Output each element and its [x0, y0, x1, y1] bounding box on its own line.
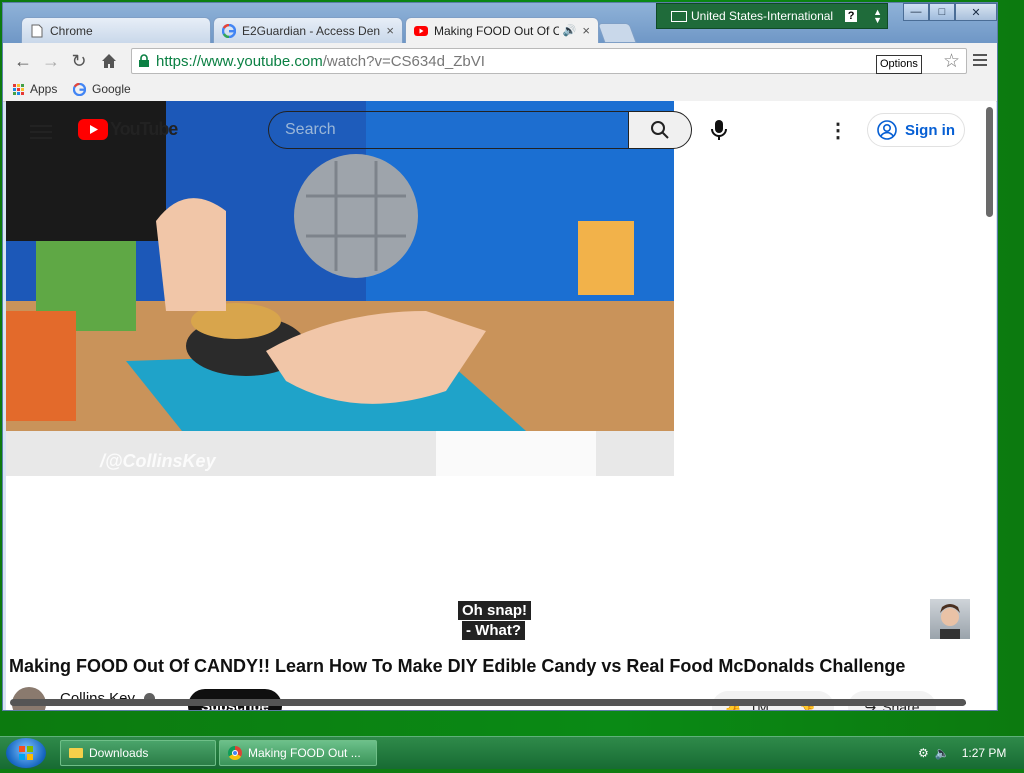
apps-grid-icon — [13, 83, 24, 95]
keyboard-icon — [671, 10, 687, 22]
forward-arrow-icon[interactable]: → — [41, 51, 61, 71]
bookmark-label: Apps — [30, 82, 58, 96]
youtube-logo[interactable]: YouTube — [78, 119, 178, 140]
url-path: /watch?v=CS634d_ZbVI — [322, 52, 485, 70]
bookmark-apps[interactable]: Apps — [13, 82, 57, 96]
help-icon[interactable]: ? — [845, 10, 858, 22]
speaker-icon[interactable]: 🔊 — [563, 24, 577, 37]
new-tab-button[interactable] — [597, 23, 637, 43]
clock[interactable]: 1:27 PM — [962, 746, 1007, 760]
start-button[interactable] — [6, 738, 46, 768]
close-icon[interactable]: × — [582, 23, 590, 38]
more-options-icon[interactable]: ⋮ — [828, 117, 848, 143]
google-icon — [73, 82, 86, 96]
close-icon[interactable]: × — [386, 23, 394, 38]
search-input[interactable]: Search — [268, 111, 628, 149]
title-bar: Chrome E2Guardian - Access Denie × Makin… — [3, 3, 997, 43]
search-icon — [650, 120, 670, 140]
vertical-scrollbar[interactable] — [986, 107, 993, 217]
toolbar: ← → ↻ https://www.youtube.com /watch?v=C… — [3, 43, 997, 79]
youtube-logo-text: YouTube — [110, 119, 178, 139]
page-icon — [30, 24, 44, 38]
taskbar-label: Downloads — [89, 746, 149, 760]
account-icon — [877, 120, 897, 140]
options-popup-label[interactable]: Options — [876, 55, 922, 74]
tab-label: Making FOOD Out Of C — [434, 23, 559, 38]
network-icon[interactable]: ⚙ — [918, 746, 929, 760]
sign-in-label: Sign in — [905, 121, 955, 139]
windows-logo-icon — [19, 746, 33, 760]
youtube-header: YouTube Search ⋮ Sign in — [6, 101, 996, 159]
youtube-icon — [414, 24, 428, 38]
video-watermark: /@CollinsKey — [100, 451, 216, 471]
taskbar-label: Making FOOD Out ... — [248, 746, 361, 760]
tab-label: E2Guardian - Access Denie — [242, 23, 381, 38]
bookmarks-bar: Apps Google — [3, 79, 997, 102]
bookmark-google[interactable]: Google — [73, 82, 131, 96]
back-arrow-icon[interactable]: ← — [13, 51, 33, 71]
home-icon[interactable] — [99, 51, 119, 71]
url-host: https://www.youtube.com — [156, 52, 323, 70]
tab-e2guardian[interactable]: E2Guardian - Access Denie × — [213, 17, 403, 43]
system-tray: ⚙ 🔈 1:27 PM — [918, 737, 1006, 769]
reload-icon[interactable]: ↻ — [69, 51, 89, 71]
menu-icon[interactable] — [973, 51, 987, 69]
language-bar[interactable]: United States-International ? ▲ ▼ — [656, 3, 888, 29]
minimize-button[interactable]: — — [903, 3, 929, 21]
youtube-icon — [78, 119, 108, 140]
address-bar[interactable]: https://www.youtube.com /watch?v=CS634d_… — [131, 48, 967, 74]
volume-icon[interactable]: 🔈 — [935, 746, 950, 760]
language-label: United States-International — [691, 9, 834, 23]
tab-youtube[interactable]: Making FOOD Out Of C 🔊 × — [405, 17, 599, 43]
chevron-icon[interactable]: ▲ ▼ — [873, 8, 882, 25]
video-title: Making FOOD Out Of CANDY!! Learn How To … — [9, 656, 906, 676]
chrome-icon — [228, 746, 242, 760]
mic-icon[interactable] — [706, 117, 732, 143]
taskbar-downloads[interactable]: Downloads — [60, 740, 216, 766]
google-icon — [222, 23, 236, 38]
channel-thumbnail[interactable] — [930, 599, 970, 639]
chrome-window: Chrome E2Guardian - Access Denie × Makin… — [2, 2, 998, 711]
taskbar: Downloads Making FOOD Out ... ⚙ 🔈 1:27 P… — [0, 736, 1024, 769]
caption-line: - What? — [462, 621, 525, 640]
maximize-button[interactable]: □ — [929, 3, 955, 21]
bookmark-label: Google — [92, 82, 131, 96]
sign-in-button[interactable]: Sign in — [867, 113, 965, 147]
taskbar-chrome[interactable]: Making FOOD Out ... — [219, 740, 377, 766]
hamburger-menu-icon[interactable] — [30, 121, 52, 143]
caption-line: Oh snap! — [458, 601, 532, 620]
search-button[interactable] — [628, 111, 692, 149]
tab-chrome[interactable]: Chrome — [21, 17, 211, 43]
close-window-button[interactable]: ✕ — [955, 3, 997, 21]
horizontal-scrollbar[interactable] — [10, 699, 966, 706]
folder-icon — [69, 748, 83, 758]
tab-label: Chrome — [50, 23, 93, 38]
page-viewport: /@CollinsKey YouTube Search ⋮ Sign in Oh… — [6, 101, 996, 710]
lock-icon — [138, 54, 150, 68]
star-icon[interactable]: ☆ — [943, 50, 960, 73]
